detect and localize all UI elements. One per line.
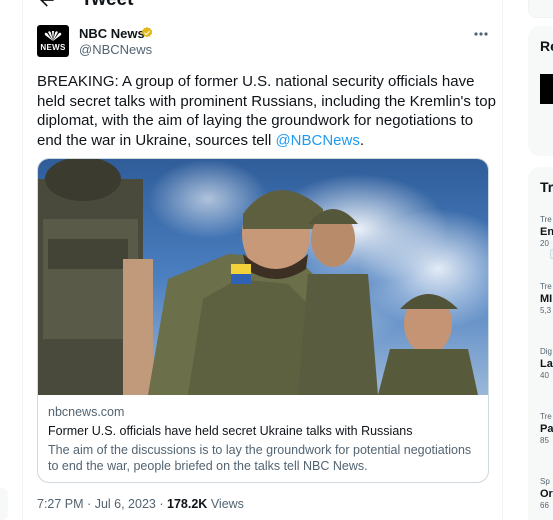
author-handle[interactable]: @NBCNews: [79, 42, 152, 57]
search-box-fragment[interactable]: [528, 0, 553, 18]
tweet-header: Tweet: [23, 0, 502, 16]
meta-separator: ·: [87, 497, 92, 511]
tweet-meta: 7:27 PM · Jul 6, 2023 · 178.2K Views: [37, 497, 244, 511]
views-label: Views: [210, 497, 244, 511]
card-description: The aim of the discussions is to lay the…: [48, 443, 472, 473]
tweet-end: .: [359, 131, 365, 149]
trend-category: Tre: [540, 282, 552, 291]
card-image[interactable]: [38, 159, 489, 395]
tweet-text: BREAKING: A group of former U.S. nationa…: [37, 72, 497, 150]
trend-category: Sp: [540, 477, 550, 486]
right-sidebar: Re Tr Tre En 20 Tre MI 5,3 Dig La 40 Tre…: [514, 0, 553, 520]
author-name[interactable]: NBC News: [79, 26, 145, 41]
trend-name: Pa: [540, 423, 553, 435]
trend-name: En: [540, 226, 553, 238]
tweet-column: Tweet NEWS NBC News @NBCNews BREAKING: A…: [22, 0, 503, 520]
trend-item[interactable]: Tre Pa 85: [540, 412, 553, 446]
tweet-date[interactable]: Jul 6, 2023: [95, 497, 156, 511]
trend-item[interactable]: Tre En 20: [540, 215, 553, 249]
page-title: Tweet: [81, 0, 133, 10]
mention-link[interactable]: @NBCNews: [275, 132, 359, 149]
relevant-people-box: Re: [528, 26, 553, 156]
trend-name: Or: [540, 488, 553, 500]
avatar-text: NEWS: [40, 42, 66, 52]
trend-category: Tre: [540, 412, 552, 421]
card-domain: nbcnews.com: [48, 405, 125, 419]
trend-item[interactable]: Sp Or 66: [540, 477, 553, 511]
trend-count: 66: [540, 501, 549, 510]
arrow-left-icon[interactable]: [37, 0, 57, 10]
trends-box: Tr Tre En 20 Tre MI 5,3 Dig La 40 Tre Pa…: [528, 167, 553, 520]
verified-badge-icon[interactable]: [140, 26, 154, 40]
tweet-body: BREAKING: A group of former U.S. nationa…: [37, 73, 496, 149]
trend-count: 20: [540, 239, 549, 248]
relevant-title: Re: [540, 38, 553, 54]
meta-separator-2: ·: [159, 497, 164, 511]
views-count: 178.2K: [167, 497, 208, 511]
trend-count: 5,3: [540, 306, 552, 315]
trend-item[interactable]: Tre MI 5,3: [540, 282, 553, 316]
trends-title: Tr: [540, 179, 553, 195]
more-options-icon[interactable]: [471, 27, 491, 41]
tweet-time[interactable]: 7:27 PM: [37, 497, 84, 511]
trend-count: 40: [540, 371, 549, 380]
trend-item[interactable]: Dig La 40: [540, 347, 553, 381]
peacock-logo-icon: [44, 30, 62, 41]
link-card[interactable]: nbcnews.com Former U.S. officials have h…: [37, 158, 489, 483]
trend-category: Dig: [540, 347, 553, 356]
trend-count: 85: [540, 436, 549, 445]
avatar[interactable]: NEWS: [37, 25, 69, 57]
card-title: Former U.S. officials have held secret U…: [48, 424, 413, 438]
relevant-avatar[interactable]: [540, 74, 553, 104]
trend-name: La: [540, 358, 553, 370]
trend-category: Tre: [540, 215, 552, 224]
trend-name: MI: [540, 293, 553, 305]
left-nav-fragment: [0, 488, 8, 520]
